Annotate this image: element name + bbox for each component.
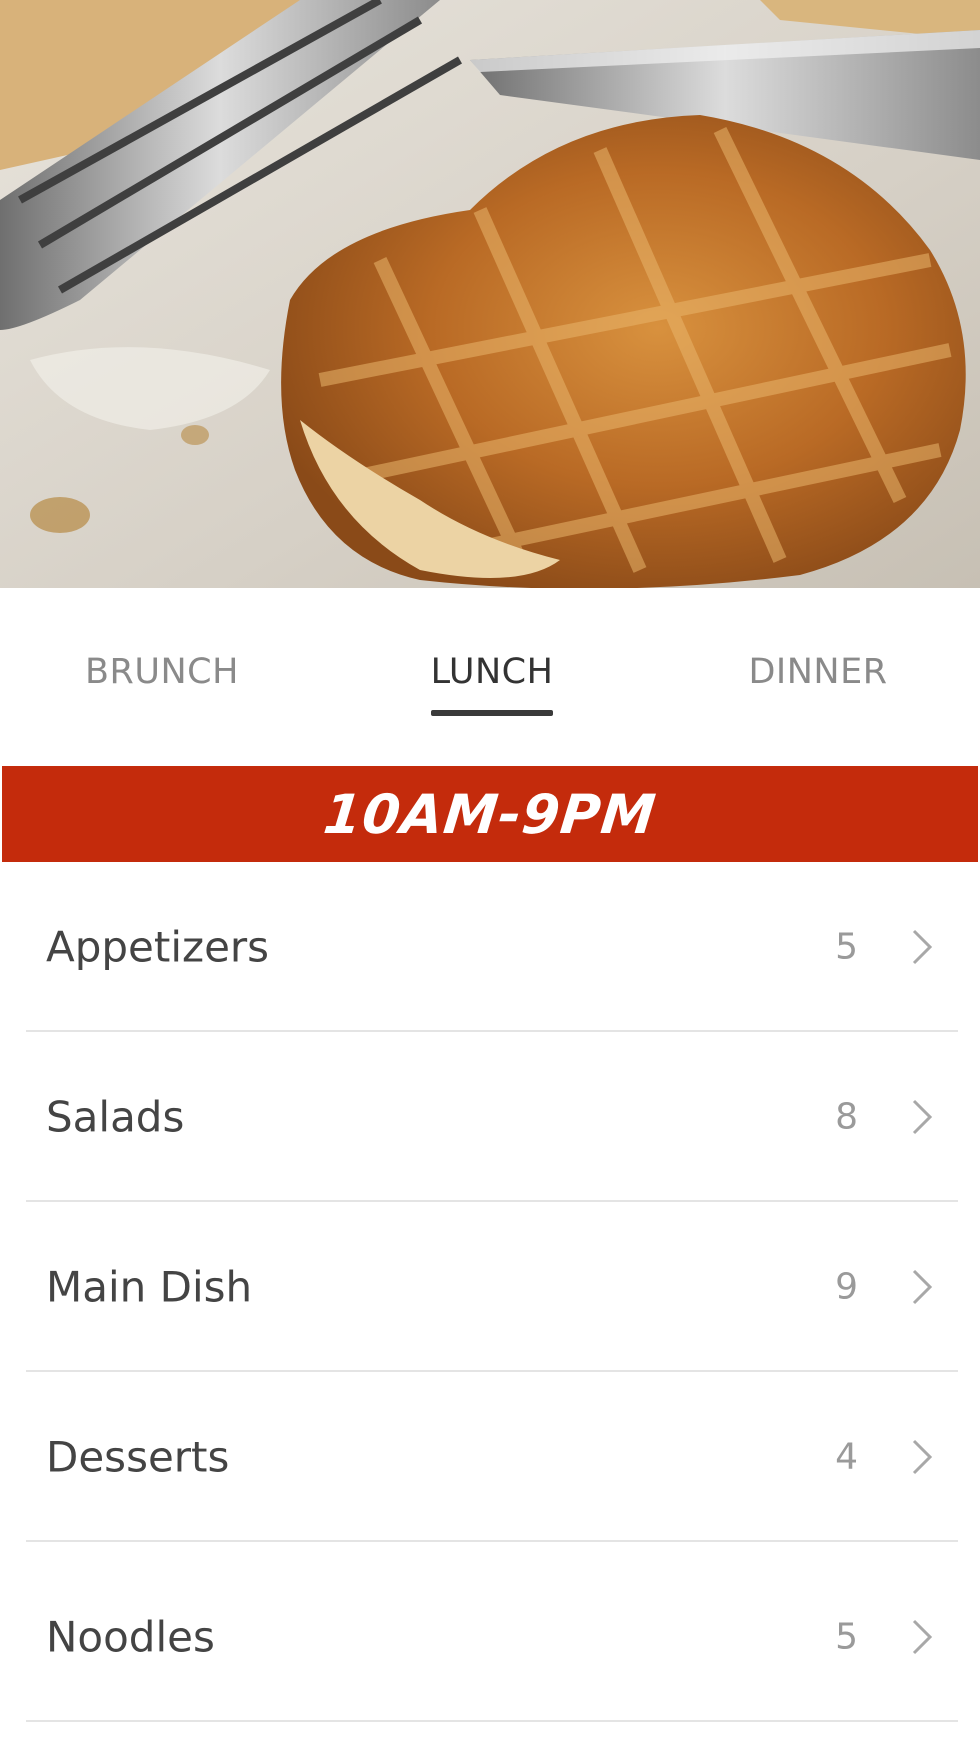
hours-text: 10AM-9PM [320, 782, 660, 846]
category-count: 8 [835, 1096, 858, 1138]
tab-brunch[interactable]: BRUNCH [62, 652, 262, 742]
tab-lunch[interactable]: LUNCH [392, 652, 592, 742]
tab-dinner[interactable]: DINNER [718, 652, 918, 742]
category-count: 9 [835, 1266, 858, 1308]
category-row-appetizers[interactable]: Appetizers 5 [26, 862, 958, 1032]
category-label: Desserts [46, 1432, 230, 1482]
category-label: Main Dish [46, 1262, 253, 1312]
chevron-right-icon [912, 1439, 933, 1475]
chevron-right-icon [912, 1619, 933, 1655]
row-divider [26, 1720, 958, 1722]
tab-lunch-label: LUNCH [430, 652, 554, 692]
category-count: 4 [835, 1436, 858, 1478]
chevron-right-icon [912, 1099, 933, 1135]
category-row-main-dish[interactable]: Main Dish 9 [26, 1202, 958, 1372]
hours-banner: 10AM-9PM [2, 766, 978, 862]
lunch-menu-screen: BRUNCH LUNCH DINNER 10AM-9PM Appetizers … [0, 0, 980, 1746]
row-divider [26, 1540, 958, 1542]
category-label: Noodles [46, 1612, 215, 1662]
category-label: Salads [46, 1092, 185, 1142]
tab-dinner-label: DINNER [748, 652, 888, 692]
chevron-right-icon [912, 929, 933, 965]
category-label: Appetizers [46, 922, 270, 972]
category-count: 5 [835, 1616, 858, 1658]
category-count: 5 [835, 926, 858, 968]
waffle-photo [0, 0, 980, 588]
category-row-desserts[interactable]: Desserts 4 [26, 1372, 958, 1542]
category-row-salads[interactable]: Salads 8 [26, 1032, 958, 1202]
hero-photo [0, 0, 980, 588]
tab-underline [431, 710, 553, 716]
category-row-noodles[interactable]: Noodles 5 [26, 1552, 958, 1722]
meal-tabs: BRUNCH LUNCH DINNER [0, 588, 980, 766]
tab-brunch-label: BRUNCH [85, 652, 239, 692]
chevron-right-icon [912, 1269, 933, 1305]
